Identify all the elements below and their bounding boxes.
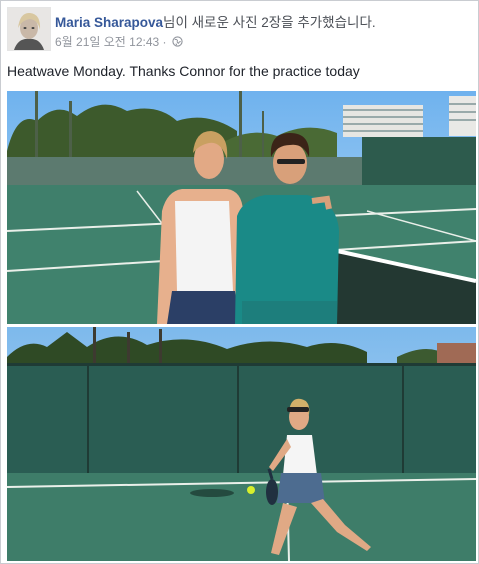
post-action-text: 님이 새로운 사진 2장을 추가했습니다.: [163, 15, 376, 30]
globe-icon[interactable]: [172, 36, 183, 50]
photo-player-forehand[interactable]: [7, 327, 476, 561]
author-name-link[interactable]: Maria Sharapova: [55, 15, 163, 30]
post-header: Maria Sharapova님이 새로운 사진 2장을 추가했습니다.: [55, 11, 376, 31]
photo-two-players-posing[interactable]: [7, 91, 476, 324]
post-meta: 6월 21일 오전 12:43 ·: [55, 33, 183, 50]
post-message: Heatwave Monday. Thanks Connor for the p…: [7, 63, 360, 79]
post-timestamp[interactable]: 6월 21일 오전 12:43 ·: [55, 35, 170, 49]
facebook-post-card: Maria Sharapova님이 새로운 사진 2장을 추가했습니다. 6월 …: [0, 0, 479, 564]
profile-avatar[interactable]: [7, 7, 51, 51]
